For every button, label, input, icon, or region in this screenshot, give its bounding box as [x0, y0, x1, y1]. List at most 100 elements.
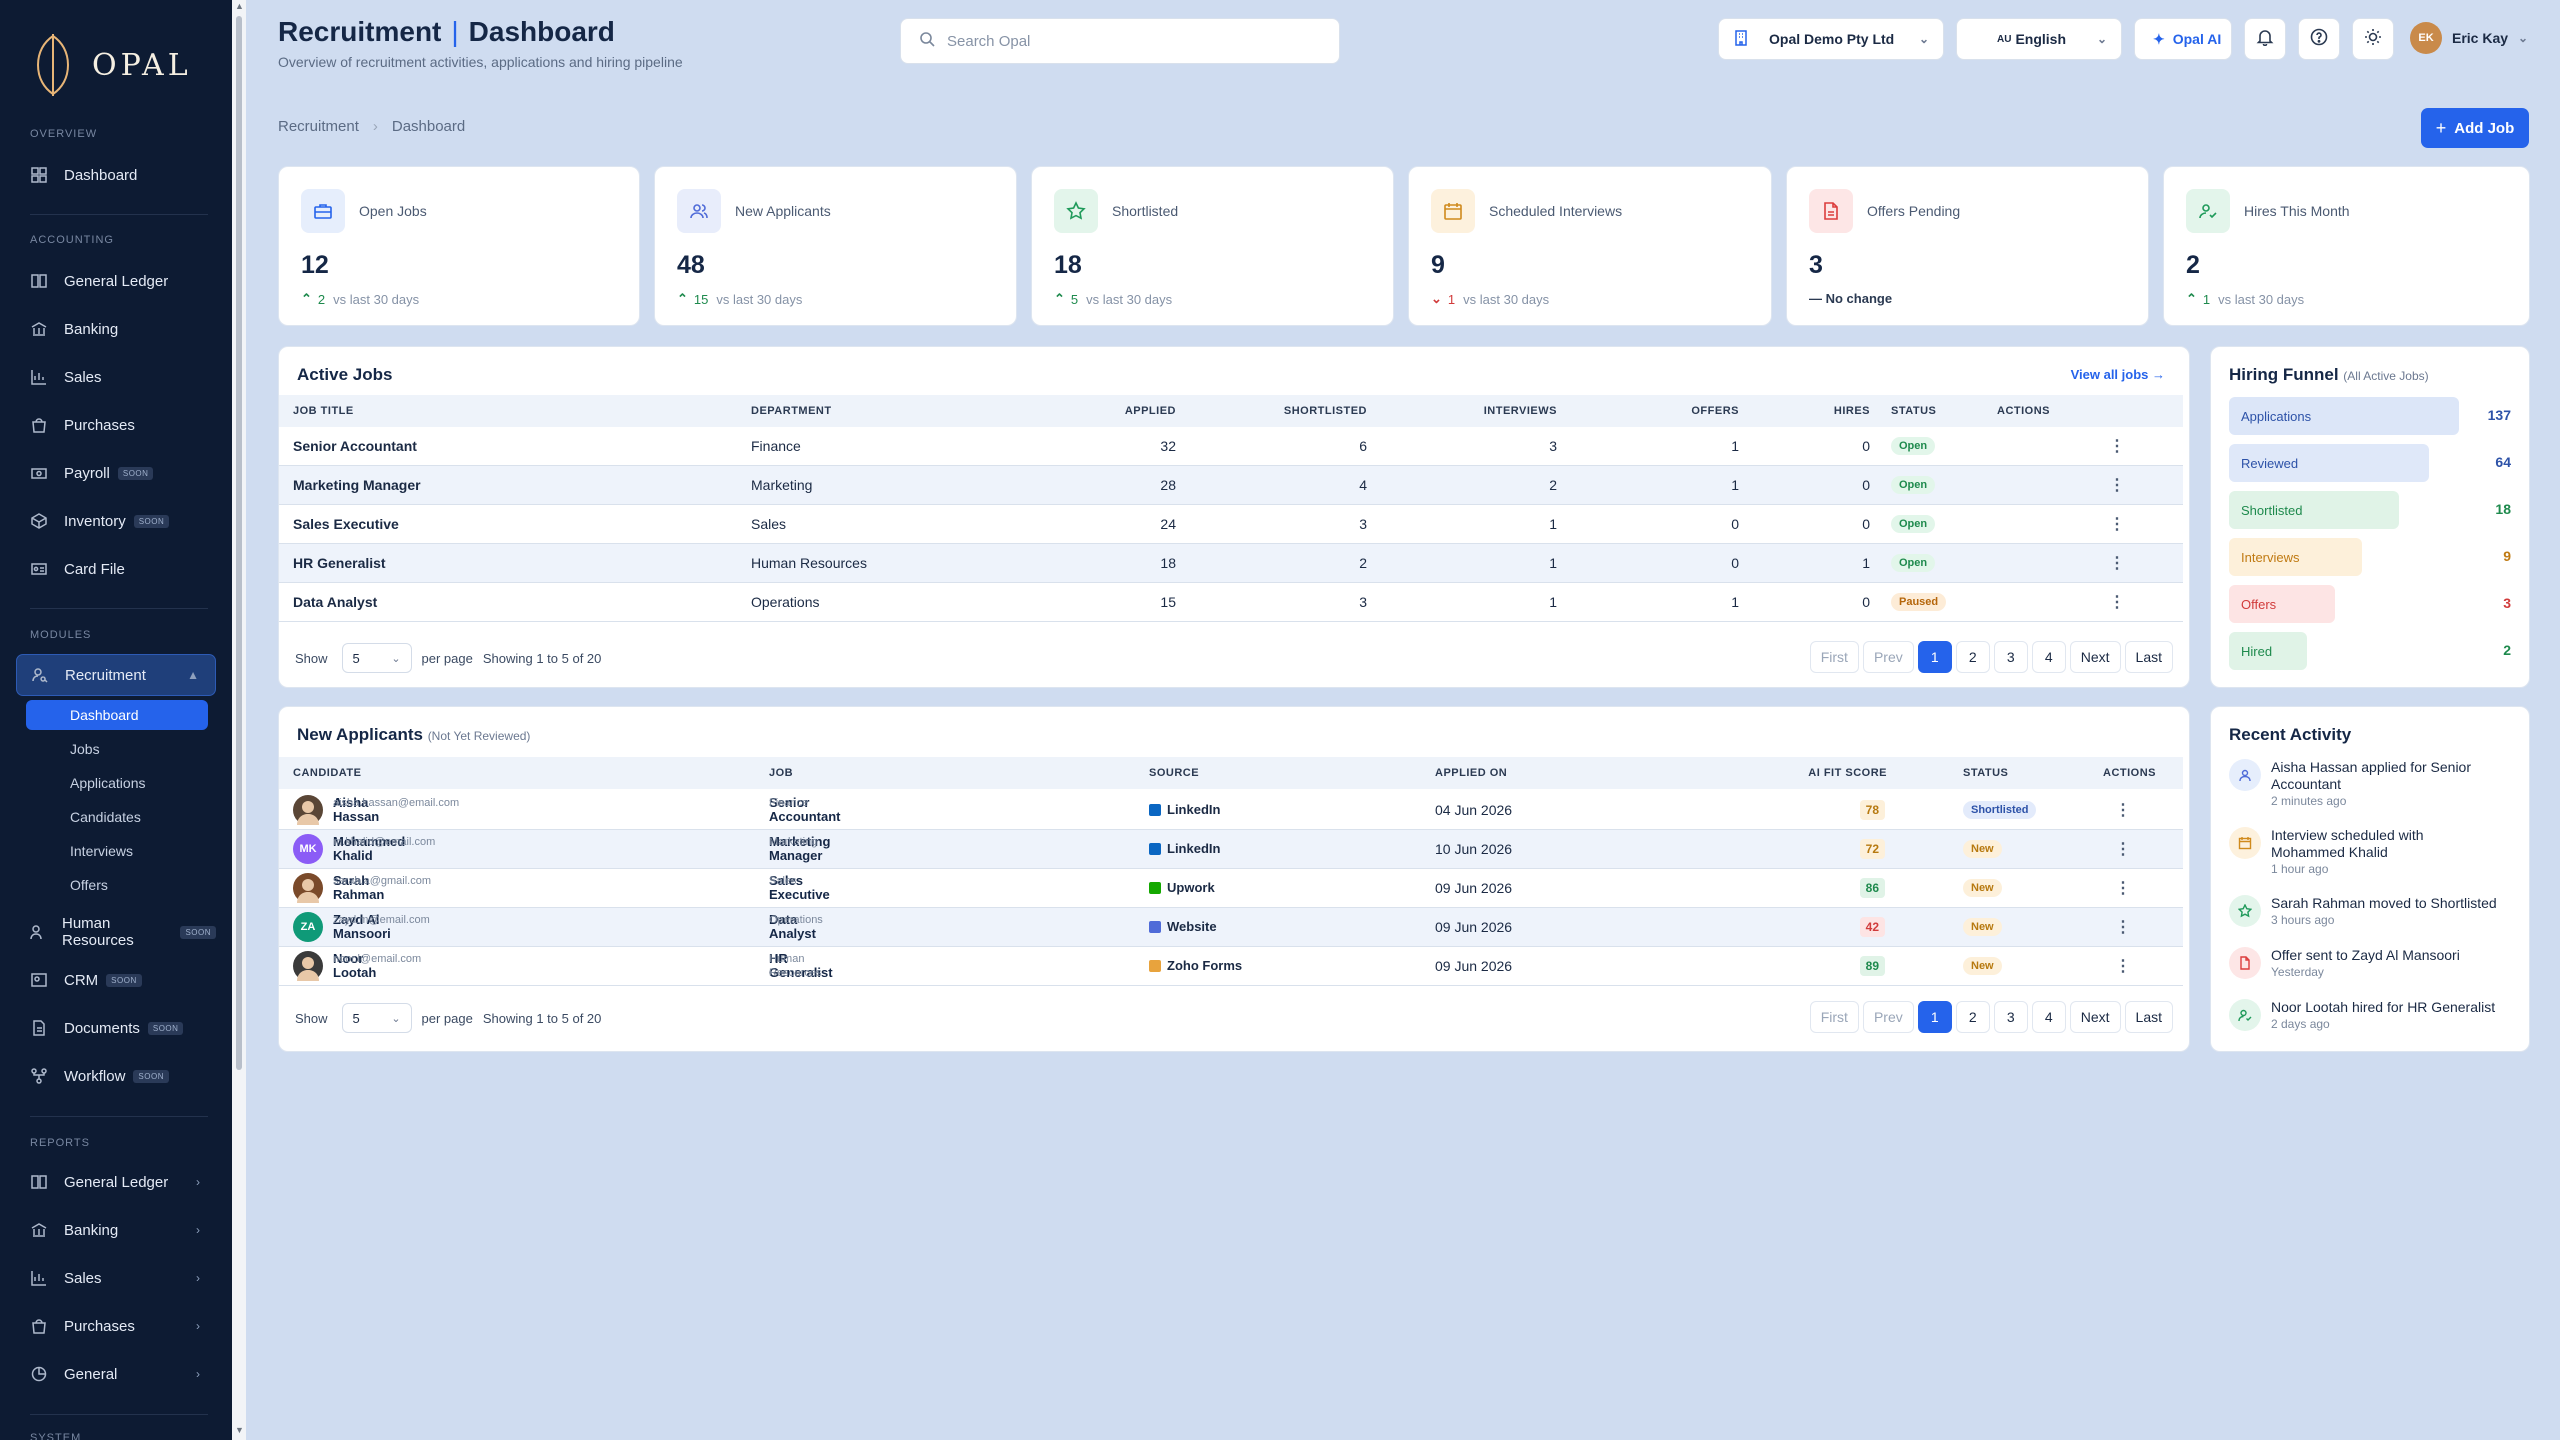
column-header: STATUS: [1891, 405, 1937, 417]
prev-page-button[interactable]: Prev: [1862, 1001, 1914, 1033]
page-button-2[interactable]: 2: [1955, 1001, 1990, 1033]
sidebar-item-payroll[interactable]: Payroll SOON: [16, 452, 216, 494]
sidebar-report-purchases[interactable]: Purchases ›: [16, 1305, 216, 1347]
more-actions-icon[interactable]: ⋮: [2109, 475, 2125, 495]
funnel-bar-reviewed[interactable]: Reviewed: [2229, 444, 2429, 482]
count-cell: 1: [1862, 555, 1870, 571]
add-job-button[interactable]: + Add Job: [2421, 108, 2529, 148]
funnel-bar-offers[interactable]: Offers: [2229, 585, 2335, 623]
search-input[interactable]: [947, 32, 1307, 50]
logo[interactable]: OPAL: [30, 32, 192, 98]
stat-card-open-jobs[interactable]: Open Jobs 12 ⌃ 2 vs last 30 days: [278, 166, 640, 326]
stat-card-scheduled-interviews[interactable]: Scheduled Interviews 9 ⌄ 1 vs last 30 days: [1408, 166, 1772, 326]
more-actions-icon[interactable]: ⋮: [2115, 917, 2131, 937]
job-department: Human Resources: [769, 953, 822, 979]
more-actions-icon[interactable]: ⋮: [2115, 956, 2131, 976]
last-page-button[interactable]: Last: [2124, 1001, 2173, 1033]
last-page-button[interactable]: Last: [2124, 641, 2173, 673]
stat-card-hires-this-month[interactable]: Hires This Month 2 ⌃ 1 vs last 30 days: [2163, 166, 2530, 326]
sidebar-report-sales[interactable]: Sales ›: [16, 1257, 216, 1299]
per-page-select[interactable]: 5 ⌄: [341, 1003, 412, 1033]
page-button-1[interactable]: 1: [1917, 641, 1952, 673]
sidebar-item-sales[interactable]: Sales: [16, 356, 216, 398]
sidebar-item-card-file[interactable]: Card File: [16, 548, 216, 590]
table-row[interactable]: Data Analyst Operations 15 3 1 1 0 Paused ⋮: [279, 583, 2183, 622]
sidebar-item-purchases[interactable]: Purchases: [16, 404, 216, 446]
scroll-up-arrow-icon[interactable]: ▲: [235, 2, 244, 11]
sidebar-subitem-offers[interactable]: Offers: [26, 870, 208, 900]
sidebar-item-dashboard[interactable]: Dashboard: [16, 154, 216, 196]
page-button-4[interactable]: 4: [2031, 1001, 2066, 1033]
theme-toggle-button[interactable]: [2352, 18, 2394, 60]
more-actions-icon[interactable]: ⋮: [2109, 514, 2125, 534]
company-selector[interactable]: Opal Demo Pty Ltd ⌄: [1718, 18, 1944, 60]
prev-page-button[interactable]: Prev: [1862, 641, 1914, 673]
sidebar-item-documents[interactable]: Documents SOON: [16, 1007, 216, 1049]
sidebar-subitem-interviews[interactable]: Interviews: [26, 836, 208, 866]
page-button-3[interactable]: 3: [1993, 641, 2028, 673]
page-button-2[interactable]: 2: [1955, 641, 1990, 673]
funnel-bar-interviews[interactable]: Interviews: [2229, 538, 2362, 576]
scroll-down-arrow-icon[interactable]: ▼: [235, 1426, 244, 1435]
page-button-4[interactable]: 4: [2031, 641, 2066, 673]
chevron-right-icon: ›: [196, 1367, 200, 1381]
more-actions-icon[interactable]: ⋮: [2115, 839, 2131, 859]
language-selector[interactable]: AU English ⌄: [1956, 18, 2122, 60]
column-header: ACTIONS: [1997, 405, 2050, 417]
page-button-3[interactable]: 3: [1993, 1001, 2028, 1033]
opal-ai-button[interactable]: ✦ Opal AI: [2134, 18, 2232, 60]
table-row[interactable]: Marketing Manager Marketing 28 4 2 1 0 Open ⋮: [279, 466, 2183, 505]
stat-card-shortlisted[interactable]: Shortlisted 18 ⌃ 5 vs last 30 days: [1031, 166, 1394, 326]
funnel-bar-hired[interactable]: Hired: [2229, 632, 2307, 670]
breadcrumb-root[interactable]: Recruitment: [278, 118, 359, 135]
table-row[interactable]: ZA Zayd Al Mansoori zayd.m@email.com Data A…: [279, 908, 2183, 947]
bell-icon: [2256, 28, 2274, 51]
sidebar-subitem-candidates[interactable]: Candidates: [26, 802, 208, 832]
user-menu[interactable]: EK Eric Kay ⌄: [2410, 22, 2528, 54]
per-page-control: Show 5 ⌄ per page Showing 1 to 5 of 20: [295, 1003, 601, 1033]
help-button[interactable]: [2298, 18, 2340, 60]
more-actions-icon[interactable]: ⋮: [2109, 436, 2125, 456]
sidebar-subitem-dashboard[interactable]: Dashboard: [26, 700, 208, 730]
sidebar-scroll-thumb[interactable]: [236, 16, 242, 1070]
sidebar-item-banking[interactable]: Banking: [16, 308, 216, 350]
table-row[interactable]: Sales Executive Sales 24 3 1 0 0 Open ⋮: [279, 505, 2183, 544]
stat-card-offers-pending[interactable]: Offers Pending 3 — No change: [1786, 166, 2149, 326]
funnel-bar-shortlisted[interactable]: Shortlisted: [2229, 491, 2399, 529]
pagination: First Prev 1 2 3 4 Next Last: [1806, 641, 2173, 673]
sidebar-report-general[interactable]: General ›: [16, 1353, 216, 1395]
sidebar-subitem-applications[interactable]: Applications: [26, 768, 208, 798]
more-actions-icon[interactable]: ⋮: [2109, 592, 2125, 612]
table-row[interactable]: MK Mohammed Khalid m.khalid@email.com Marke…: [279, 830, 2183, 869]
sidebar-report-general-ledger[interactable]: General Ledger ›: [16, 1161, 216, 1203]
table-row[interactable]: Noor Lootah noor.l@email.com HR Generalist…: [279, 947, 2183, 986]
funnel-bar-applications[interactable]: Applications: [2229, 397, 2459, 435]
table-row[interactable]: Aisha Hassan aisha.hassan@email.com Senior…: [279, 791, 2183, 830]
sidebar-item-inventory[interactable]: Inventory SOON: [16, 500, 216, 542]
sidebar-item-crm[interactable]: CRM SOON: [16, 959, 216, 1001]
next-page-button[interactable]: Next: [2069, 641, 2121, 673]
more-actions-icon[interactable]: ⋮: [2115, 878, 2131, 898]
sidebar-item-general-ledger[interactable]: General Ledger: [16, 260, 216, 302]
sidebar-subitem-jobs[interactable]: Jobs: [26, 734, 208, 764]
more-actions-icon[interactable]: ⋮: [2115, 800, 2131, 820]
table-row[interactable]: Sarah Rahman sarah.a@gmail.com Sales Execu…: [279, 869, 2183, 908]
stat-card-new-applicants[interactable]: New Applicants 48 ⌃ 15 vs last 30 days: [654, 166, 1017, 326]
chevron-down-icon: ⌄: [2096, 32, 2107, 46]
sidebar-report-banking[interactable]: Banking ›: [16, 1209, 216, 1251]
page-button-1[interactable]: 1: [1917, 1001, 1952, 1033]
notifications-button[interactable]: [2244, 18, 2286, 60]
per-page-select[interactable]: 5 ⌄: [341, 643, 412, 673]
table-row[interactable]: HR Generalist Human Resources 18 2 1 0 1 Open ⋮: [279, 544, 2183, 583]
sidebar-item-human-resources[interactable]: Human Resources SOON: [16, 911, 216, 953]
table-row[interactable]: Senior Accountant Finance 32 6 3 1 0 Open ⋮: [279, 427, 2183, 466]
sidebar-item-recruitment[interactable]: Recruitment ▲: [16, 654, 216, 696]
search-box[interactable]: [900, 18, 1340, 64]
more-actions-icon[interactable]: ⋮: [2109, 553, 2125, 573]
view-all-jobs-link[interactable]: View all jobs →: [2071, 367, 2165, 382]
sidebar-item-workflow[interactable]: Workflow SOON: [16, 1055, 216, 1097]
next-page-button[interactable]: Next: [2069, 1001, 2121, 1033]
first-page-button[interactable]: First: [1809, 641, 1859, 673]
first-page-button[interactable]: First: [1809, 1001, 1859, 1033]
user-icon: [2229, 759, 2261, 791]
